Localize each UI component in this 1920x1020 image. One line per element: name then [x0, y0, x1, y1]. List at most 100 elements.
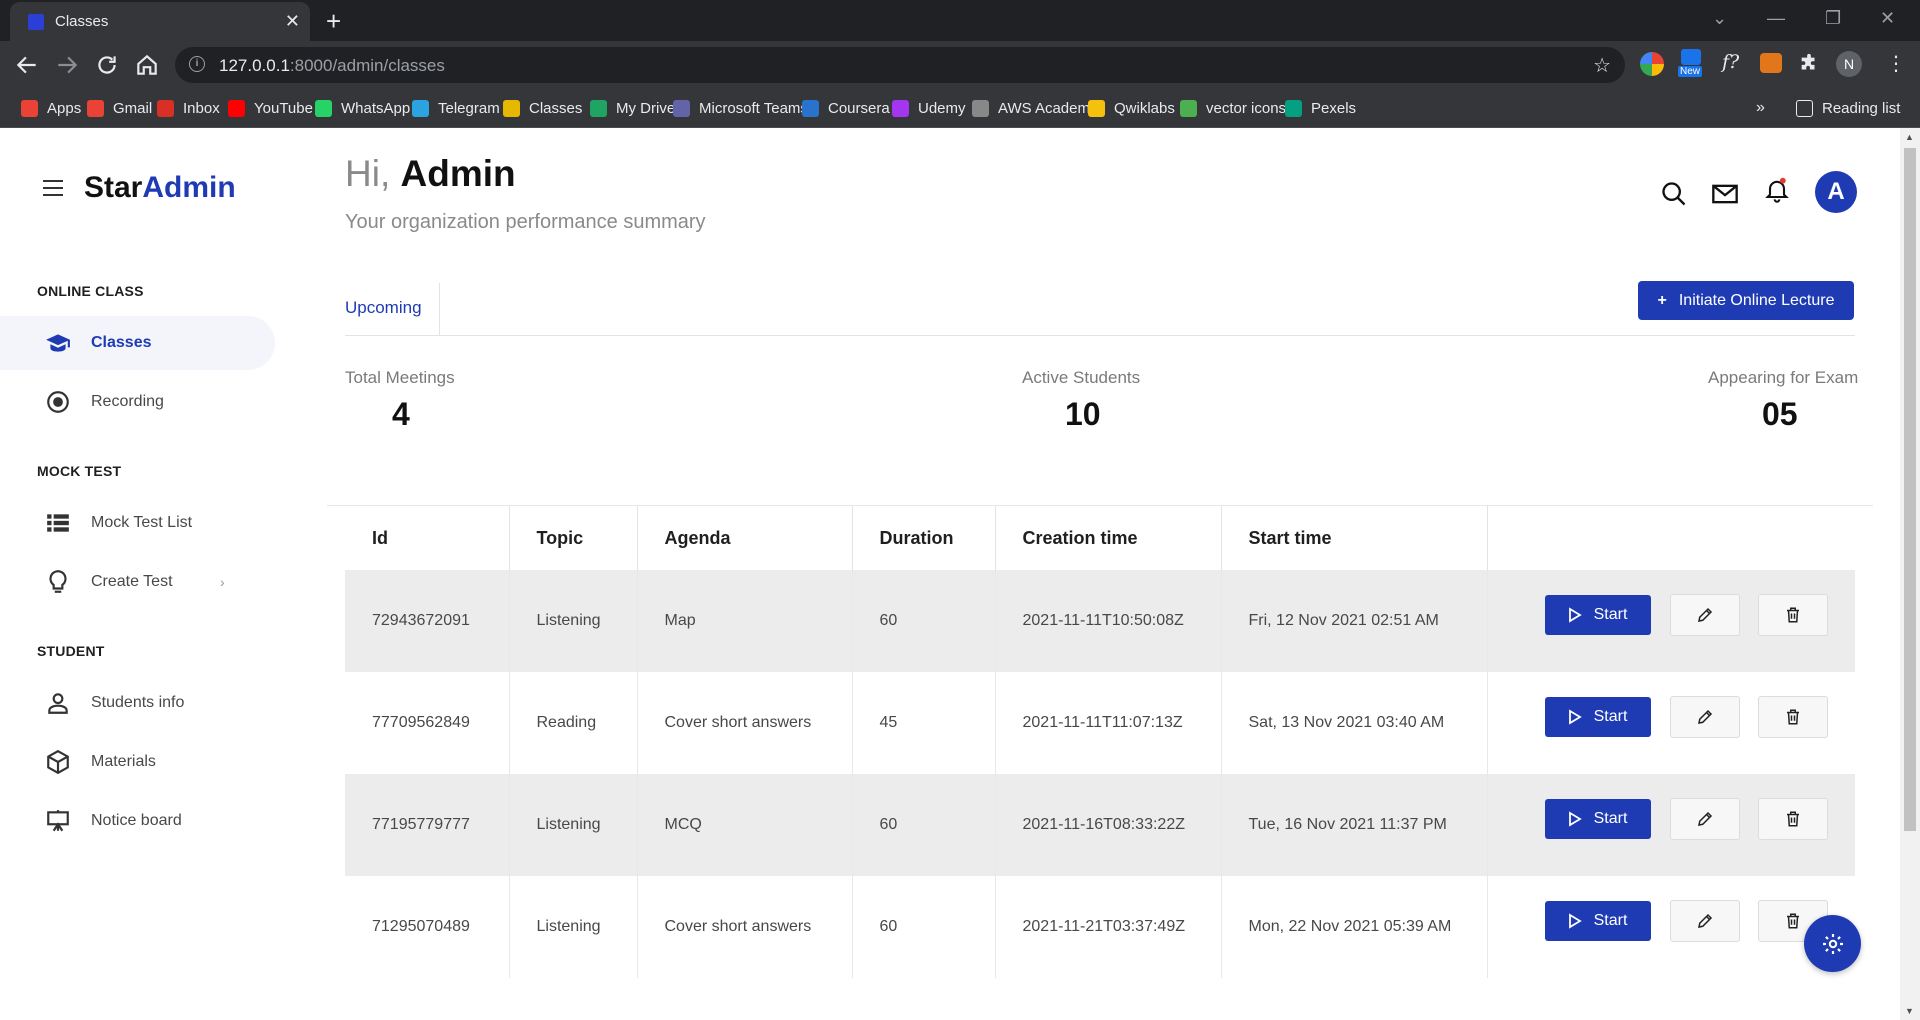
home-icon[interactable] — [134, 52, 160, 78]
edit-button[interactable] — [1669, 696, 1740, 738]
bookmark-apps[interactable]: Apps — [21, 97, 81, 119]
initiate-online-lecture-button[interactable]: + Initiate Online Lecture — [1638, 281, 1854, 320]
delete-button[interactable] — [1757, 594, 1828, 636]
tab-title: Classes — [55, 13, 109, 30]
avatar[interactable]: A — [1815, 171, 1857, 213]
bookmark-whatsapp[interactable]: WhatsApp — [315, 97, 410, 119]
bookmark-favicon-icon — [1285, 99, 1302, 117]
metamask-fox-icon[interactable] — [1760, 53, 1782, 73]
column-header-start-time[interactable]: Start time — [1221, 506, 1488, 570]
bookmark-telegram[interactable]: Telegram — [412, 97, 500, 119]
tab-search-icon[interactable]: ⌄ — [1712, 8, 1727, 29]
forward-arrow-icon[interactable] — [54, 52, 80, 78]
edit-button[interactable] — [1669, 594, 1740, 636]
bookmark-classes[interactable]: Classes — [503, 97, 582, 119]
pencil-icon — [1697, 913, 1712, 928]
stat-value-active-students: 10 — [1065, 396, 1101, 432]
bookmark-my-drive[interactable]: My Drive — [590, 97, 675, 119]
back-arrow-icon[interactable] — [14, 52, 40, 78]
minimize-button[interactable]: — — [1767, 8, 1785, 29]
hamburger-menu-icon[interactable] — [43, 180, 63, 196]
close-window-button[interactable]: ✕ — [1880, 8, 1895, 29]
scroll-up-arrow-icon[interactable]: ▲ — [1905, 132, 1914, 142]
bookmarks-overflow-icon[interactable]: » — [1756, 97, 1765, 119]
bookmark-star-icon[interactable]: ☆ — [1593, 53, 1611, 78]
row-actions: Start — [1515, 570, 1856, 672]
start-button[interactable]: Start — [1544, 595, 1651, 635]
reading-list-button[interactable]: Reading list — [1796, 97, 1900, 119]
sidebar-item-notice-board[interactable]: Notice board — [0, 794, 275, 848]
sidebar-item-label: Students info — [91, 694, 185, 711]
table-row: 77195779777 Listening MCQ 60 2021-11-16T08:3… — [345, 774, 1855, 876]
column-header-duration[interactable]: Duration — [852, 506, 996, 570]
restore-button[interactable]: ❐ — [1825, 8, 1841, 29]
page-subtitle: Your organization performance summary — [345, 211, 706, 233]
stat-label-total-meetings: Total Meetings — [345, 368, 455, 387]
cell-agenda: Cover short answers — [637, 672, 853, 774]
sidebar-item-classes[interactable]: Classes — [0, 316, 275, 370]
browser-tab[interactable]: Classes ✕ — [10, 2, 310, 41]
bookmark-favicon-icon — [590, 99, 607, 117]
stat-value-total-meetings: 4 — [392, 396, 410, 432]
scroll-down-arrow-icon[interactable]: ▼ — [1905, 1006, 1914, 1016]
bookmark-pexels[interactable]: Pexels — [1285, 97, 1356, 119]
cell-id: 71295070489 — [345, 876, 510, 978]
formula-extension-icon[interactable]: f? — [1722, 51, 1739, 73]
start-button-label: Start — [1593, 810, 1628, 827]
bookmark-qwiklabs[interactable]: Qwiklabs — [1088, 97, 1175, 119]
bookmark-label: Qwiklabs — [1114, 99, 1175, 117]
tab-underline — [345, 335, 1855, 336]
profile-avatar[interactable]: N — [1836, 51, 1862, 77]
person-icon — [48, 693, 68, 714]
table-row: 72943672091 Listening Map 60 2021-11-11T10:5… — [345, 570, 1855, 672]
bookmark-inbox[interactable]: Inbox — [157, 97, 220, 119]
cell-agenda: Cover short answers — [637, 876, 853, 978]
tab-upcoming[interactable]: Upcoming — [345, 298, 422, 318]
bookmark-vector-icons[interactable]: vector icons — [1180, 97, 1286, 119]
tab-close-icon[interactable]: ✕ — [285, 11, 300, 32]
color-picker-extension-icon[interactable] — [1640, 52, 1664, 76]
sidebar-item-materials[interactable]: Materials — [0, 735, 275, 789]
bookmark-coursera[interactable]: Coursera — [802, 97, 890, 119]
bookmark-label: Classes — [529, 99, 583, 117]
browser-menu-icon[interactable]: ⋮ — [1886, 51, 1906, 76]
delete-button[interactable] — [1757, 696, 1828, 738]
sidebar-item-recording[interactable]: Recording — [0, 375, 275, 429]
bookmark-gmail[interactable]: Gmail — [87, 97, 152, 119]
scrollbar-thumb[interactable] — [1904, 148, 1916, 831]
delete-button[interactable] — [1757, 798, 1828, 840]
start-button[interactable]: Start — [1544, 799, 1651, 839]
sidebar-item-mock-test-list[interactable]: Mock Test List — [0, 496, 275, 550]
bookmark-aws-academy[interactable]: AWS Academy — [972, 97, 1097, 119]
sidebar-item-label: Classes — [91, 334, 152, 351]
column-header-agenda[interactable]: Agenda — [637, 506, 853, 570]
start-button[interactable]: Start — [1544, 901, 1651, 941]
column-header-topic[interactable]: Topic — [509, 506, 638, 570]
edit-button[interactable] — [1669, 900, 1740, 942]
brand-logo[interactable]: StarAdmin — [84, 171, 236, 205]
bookmark-udemy[interactable]: Udemy — [892, 97, 966, 119]
sidebar-item-students-info[interactable]: Students info — [0, 676, 275, 730]
sidebar-item-create-test[interactable]: Create Test › — [0, 555, 275, 609]
mail-icon[interactable] — [1711, 180, 1739, 208]
bookmark-label: AWS Academy — [998, 99, 1098, 117]
record-icon — [47, 391, 69, 413]
settings-fab-button[interactable] — [1804, 915, 1861, 972]
page-scrollbar[interactable]: ▲ ▼ — [1900, 128, 1920, 1020]
edit-button[interactable] — [1669, 798, 1740, 840]
new-extension-icon[interactable]: New — [1678, 49, 1704, 79]
address-bar[interactable]: i 127.0.0.1:8000/admin/classes ☆ — [175, 47, 1625, 83]
search-icon[interactable] — [1660, 180, 1688, 208]
bookmark-favicon-icon — [1088, 99, 1105, 117]
site-info-icon[interactable]: i — [189, 56, 205, 72]
bookmark-microsoft-teams[interactable]: Microsoft Teams — [673, 97, 808, 119]
url-text[interactable]: 127.0.0.1:8000/admin/classes — [219, 56, 445, 76]
bookmark-youtube[interactable]: YouTube — [228, 97, 313, 119]
new-tab-button[interactable]: + — [326, 6, 341, 37]
column-header-creation-time[interactable]: Creation time — [995, 506, 1222, 570]
reload-icon[interactable] — [94, 52, 120, 78]
extensions-puzzle-icon[interactable] — [1798, 53, 1820, 75]
column-header-id[interactable]: Id — [345, 506, 510, 570]
start-button[interactable]: Start — [1544, 697, 1651, 737]
bell-icon[interactable] — [1763, 176, 1791, 204]
